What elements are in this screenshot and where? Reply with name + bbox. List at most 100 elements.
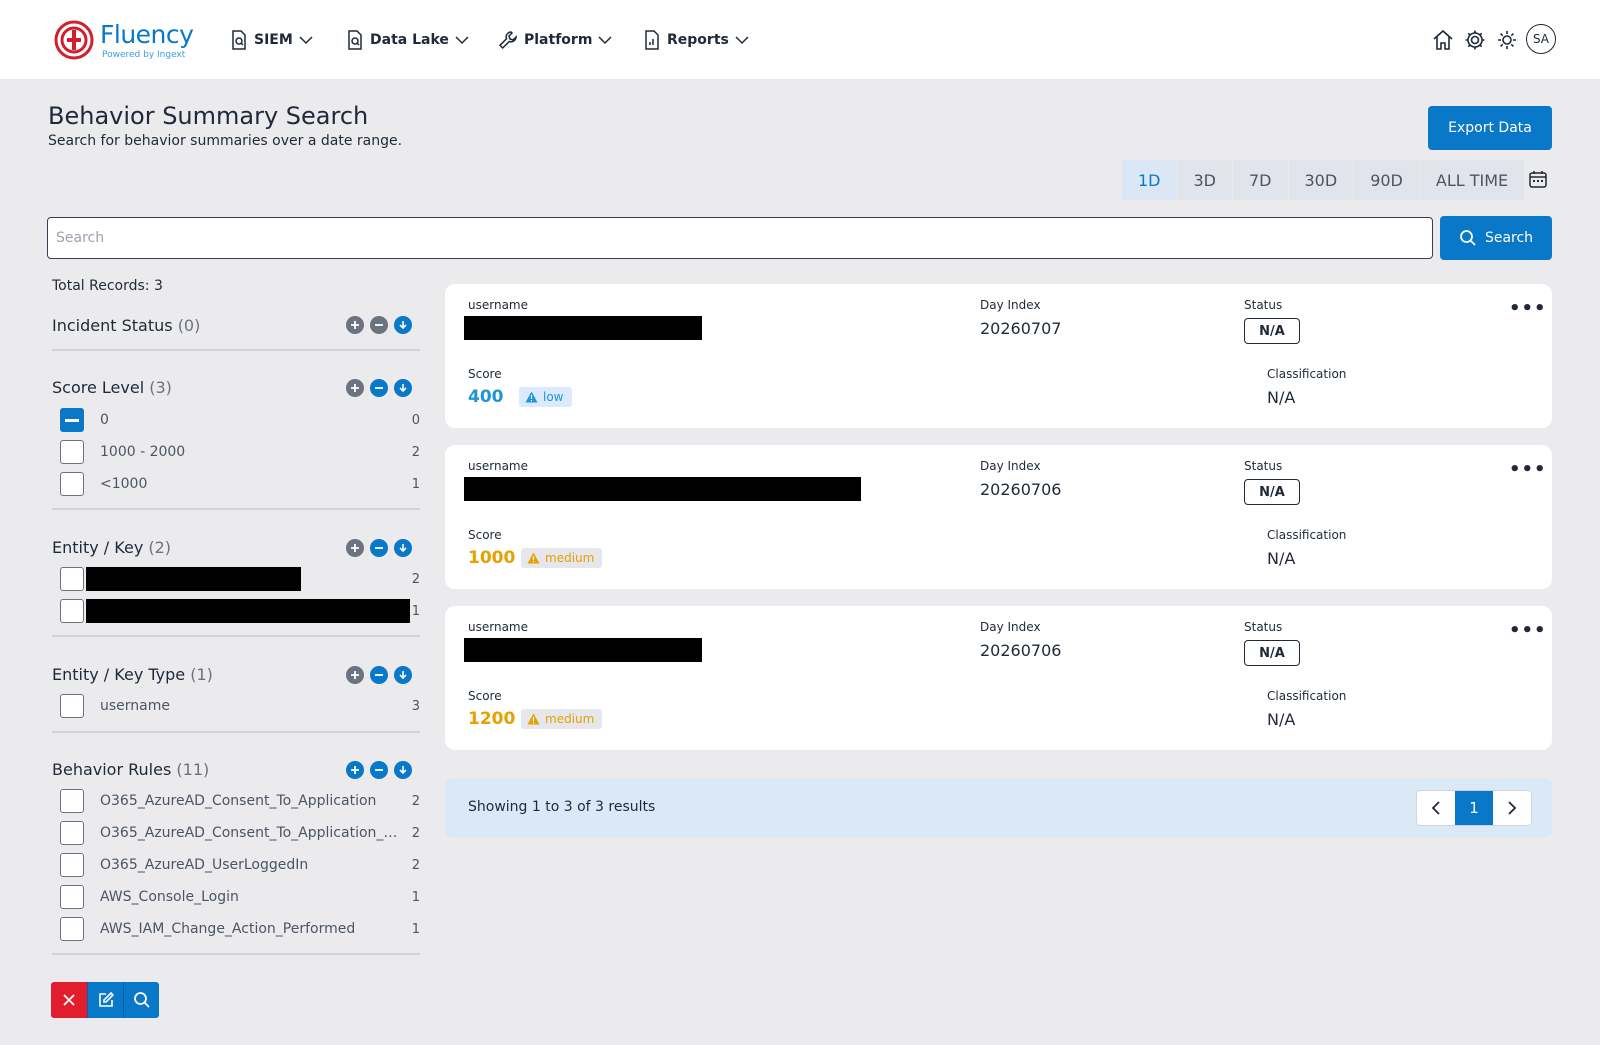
classification-label: Classification (1267, 689, 1347, 703)
option-label: <1000 (100, 476, 148, 492)
day-index-label: Day Index (980, 298, 1041, 312)
range-all-time-button[interactable]: ALL TIME (1420, 160, 1526, 200)
facet-option[interactable]: 1 (60, 599, 420, 623)
expand-facet-icon[interactable] (394, 379, 412, 397)
page-number-button[interactable]: 1 (1455, 791, 1493, 825)
option-label: 0 (100, 412, 109, 428)
facet-option[interactable]: O365_AzureAD_UserLoggedIn 2 (60, 853, 420, 877)
nav-platform[interactable]: Platform (498, 27, 612, 53)
range-3d-button[interactable]: 3D (1178, 160, 1233, 200)
expand-facet-icon[interactable] (394, 316, 412, 334)
facet-entity-key-type-title: Entity / Key Type (1) (52, 665, 213, 684)
chevron-right-icon (1508, 801, 1517, 815)
expand-facet-icon[interactable] (394, 761, 412, 779)
option-checkbox[interactable] (60, 885, 84, 909)
search-input[interactable] (47, 217, 1433, 259)
include-all-icon[interactable] (346, 379, 364, 397)
home-icon[interactable] (1430, 27, 1456, 53)
facet-option[interactable]: username 3 (60, 694, 420, 718)
exclude-all-icon[interactable] (370, 761, 388, 779)
search-button[interactable]: Search (1440, 216, 1552, 260)
result-card[interactable]: username Day Index 20260706 Status N/A •… (445, 445, 1552, 589)
option-checkbox[interactable] (60, 408, 84, 432)
option-checkbox[interactable] (60, 599, 84, 623)
expand-facet-icon[interactable] (394, 666, 412, 684)
option-checkbox[interactable] (60, 440, 84, 464)
prev-page-button[interactable] (1417, 791, 1455, 825)
status-badge[interactable]: N/A (1244, 640, 1300, 666)
day-index-value: 20260707 (980, 319, 1062, 338)
facet-actions (346, 316, 412, 334)
day-index-label: Day Index (980, 620, 1041, 634)
close-icon (63, 994, 75, 1006)
result-card[interactable]: username Day Index 20260707 Status N/A •… (445, 284, 1552, 428)
facet-option[interactable]: 1000 - 2000 2 (60, 440, 420, 464)
gear-icon[interactable] (1462, 27, 1488, 53)
facet-option[interactable]: O365_AzureAD_Consent_To_Application_Add 2 (60, 821, 420, 845)
total-records: Total Records: 3 (52, 278, 163, 294)
nav-reports[interactable]: Reports (643, 27, 749, 53)
result-card[interactable]: username Day Index 20260706 Status N/A •… (445, 606, 1552, 750)
fluency-logo[interactable]: Fluency Powered by Ingext (54, 20, 204, 62)
facet-divider (52, 349, 420, 351)
option-label: AWS_IAM_Change_Action_Performed (100, 921, 356, 937)
option-checkbox[interactable] (60, 917, 84, 941)
wrench-icon (498, 31, 517, 50)
option-checkbox[interactable] (60, 853, 84, 877)
option-count: 2 (411, 571, 420, 587)
document-search-icon (348, 30, 362, 50)
nav-siem[interactable]: SIEM (230, 27, 313, 53)
facet-divider (52, 508, 420, 510)
more-options-icon[interactable]: ••• (1509, 620, 1547, 641)
facet-option[interactable]: AWS_Console_Login 1 (60, 885, 420, 909)
exclude-all-icon[interactable] (370, 379, 388, 397)
edit-filters-button[interactable] (87, 982, 123, 1018)
sun-icon[interactable] (1494, 27, 1520, 53)
option-checkbox[interactable] (60, 821, 84, 845)
export-data-button[interactable]: Export Data (1428, 106, 1552, 150)
facet-option[interactable]: 2 (60, 567, 420, 591)
status-badge[interactable]: N/A (1244, 318, 1300, 344)
facet-option[interactable]: AWS_IAM_Change_Action_Performed 1 (60, 917, 420, 941)
exclude-all-icon[interactable] (370, 539, 388, 557)
nav-data-lake[interactable]: Data Lake (346, 27, 469, 53)
option-checkbox[interactable] (60, 567, 84, 591)
option-label: username (100, 698, 170, 714)
range-30d-button[interactable]: 30D (1289, 160, 1355, 200)
search-icon (133, 992, 150, 1008)
expand-facet-icon[interactable] (394, 539, 412, 557)
chevron-down-icon (299, 36, 313, 45)
redacted-value (86, 599, 410, 623)
classification-value: N/A (1267, 388, 1296, 407)
user-avatar[interactable]: SA (1526, 24, 1556, 54)
day-index-value: 20260706 (980, 480, 1062, 499)
range-7d-button[interactable]: 7D (1233, 160, 1289, 200)
calendar-icon[interactable] (1528, 169, 1548, 193)
apply-filters-button[interactable] (123, 982, 159, 1018)
include-all-icon[interactable] (346, 316, 364, 334)
clear-filters-button[interactable] (51, 982, 87, 1018)
page-controls: 1 (1416, 790, 1532, 826)
classification-label: Classification (1267, 528, 1347, 542)
status-badge[interactable]: N/A (1244, 479, 1300, 505)
range-90d-button[interactable]: 90D (1354, 160, 1420, 200)
option-checkbox[interactable] (60, 789, 84, 813)
facet-option[interactable]: O365_AzureAD_Consent_To_Application 2 (60, 789, 420, 813)
exclude-all-icon[interactable] (370, 316, 388, 334)
facet-option[interactable]: 00 (60, 408, 420, 432)
facet-count: (1) (190, 665, 213, 684)
option-label: AWS_Console_Login (100, 889, 239, 905)
exclude-all-icon[interactable] (370, 666, 388, 684)
include-all-icon[interactable] (346, 666, 364, 684)
option-checkbox[interactable] (60, 472, 84, 496)
logo-subtitle: Powered by Ingext (102, 50, 186, 60)
facet-count: (2) (148, 538, 172, 557)
range-1d-button[interactable]: 1D (1122, 160, 1178, 200)
include-all-icon[interactable] (346, 761, 364, 779)
next-page-button[interactable] (1493, 791, 1531, 825)
facet-option[interactable]: <1000 1 (60, 472, 420, 496)
option-checkbox[interactable] (60, 694, 84, 718)
include-all-icon[interactable] (346, 539, 364, 557)
more-options-icon[interactable]: ••• (1509, 459, 1547, 480)
more-options-icon[interactable]: ••• (1509, 298, 1547, 319)
